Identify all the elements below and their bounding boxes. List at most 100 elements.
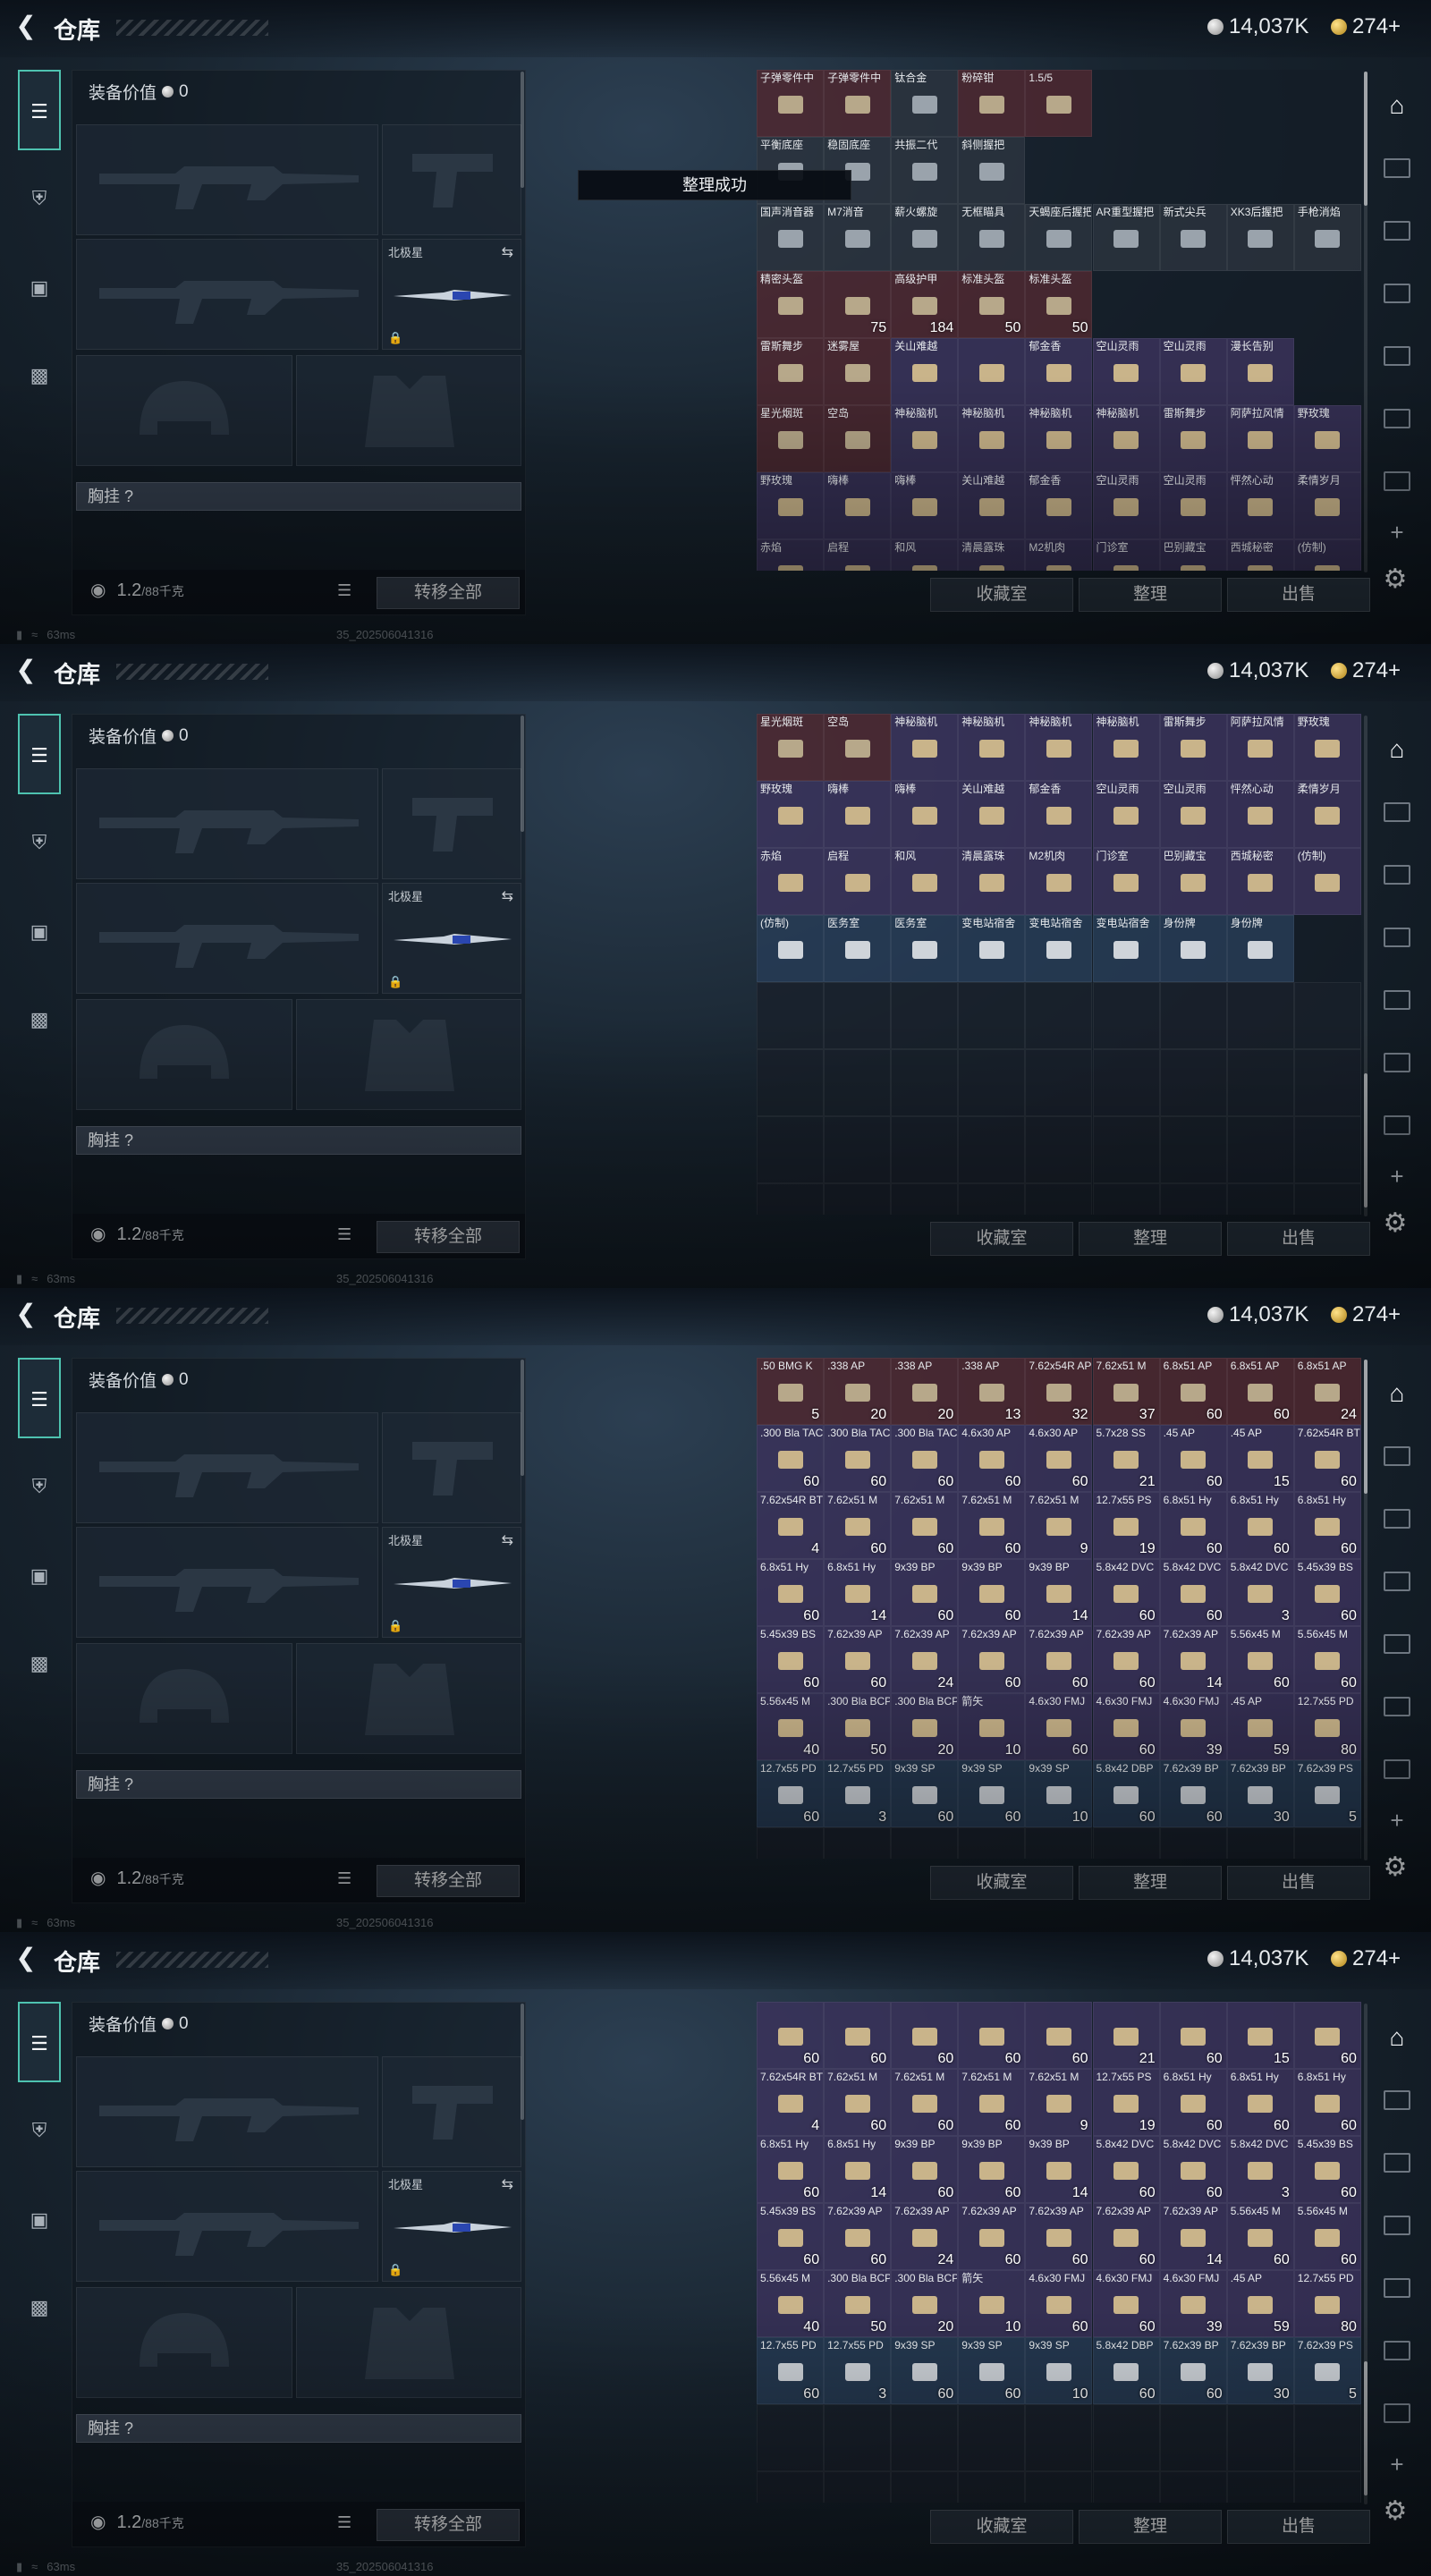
storage-page-2-tab[interactable] [1379,2145,1415,2181]
empty-slot[interactable] [1293,1116,1361,1183]
armor-tab[interactable]: ⛨ [18,177,61,220]
storage-scrollbar[interactable] [1364,2004,1367,2504]
weapon-tab[interactable]: ☰ [18,714,61,794]
storage-item[interactable]: 5.8x42 DBP 60 [1092,2337,1160,2404]
storage-item[interactable]: (仿制) [757,915,825,982]
empty-slot[interactable] [891,2404,959,2471]
storage-item[interactable]: 新式尖兵 [1159,204,1227,271]
storage-item[interactable]: 清晨露珠 [958,848,1026,915]
empty-slot[interactable] [1226,1116,1294,1183]
backpack-tab[interactable]: ▩ [18,998,61,1041]
storage-item[interactable]: .45 AP 59 [1226,1693,1294,1760]
empty-slot[interactable] [757,1827,825,1859]
storage-item[interactable]: 12.7x55 PD 3 [824,1760,892,1827]
storage-item[interactable]: 7.62x39 BP 60 [1159,1760,1227,1827]
storage-item[interactable]: 9x39 SP 60 [891,1760,959,1827]
empty-slot[interactable] [958,1116,1026,1183]
storage-item[interactable]: 怦然心动 [1226,781,1294,848]
storage-item[interactable]: 9x39 SP 60 [891,2337,959,2404]
add-page-icon[interactable]: + [1379,519,1415,547]
storage-item[interactable]: 7.62x51 M 9 [1025,2069,1093,2136]
storage-item[interactable]: 7.62x39 AP 60 [824,1626,892,1693]
storage-item[interactable]: 7.62x39 AP 60 [958,1626,1026,1693]
empty-slot[interactable] [1159,2471,1227,2503]
storage-scrollbar[interactable] [1364,72,1367,572]
storage-item[interactable]: 60 [958,2002,1026,2069]
storage-item[interactable]: 箭矢 10 [958,2270,1026,2337]
empty-slot[interactable] [1025,2471,1093,2503]
storage-item[interactable]: 门诊室 [1092,848,1160,915]
storage-home-tab[interactable]: ⌂ [1379,1376,1415,1411]
sell-button[interactable]: 出售 [1227,2510,1370,2544]
storage-item[interactable]: 野玫瑰 [757,781,825,848]
sell-button[interactable]: 出售 [1227,1866,1370,1900]
sort-button[interactable]: 整理 [1079,1222,1222,1256]
storage-item[interactable]: 嗨棒 [824,781,892,848]
storage-home-tab[interactable]: ⌂ [1379,2020,1415,2055]
storage-item[interactable]: 郁金香 [1025,781,1093,848]
storage-item[interactable]: 7.62x54R AP 32 [1025,1358,1093,1425]
storage-item[interactable]: 9x39 SP 60 [958,2337,1026,2404]
empty-slot[interactable] [757,1116,825,1183]
storage-item[interactable]: 国声消音器 [757,204,825,271]
primary-weapon-slot[interactable] [76,1412,378,1523]
storage-item[interactable]: 薪火螺旋 [891,204,959,271]
storage-item[interactable]: 6.8x51 Hy 60 [1226,1492,1294,1559]
primary-weapon-slot[interactable] [76,124,378,235]
empty-slot[interactable] [958,2404,1026,2471]
storage-page-4-tab[interactable] [1379,2270,1415,2306]
pistol-slot[interactable] [382,2056,521,2167]
storage-page-2-tab[interactable] [1379,857,1415,893]
storage-item[interactable]: 7.62x39 PS 5 [1293,1760,1361,1827]
storage-item[interactable]: 5.8x42 DVC 60 [1092,1559,1160,1626]
melee-slot[interactable]: 北极星 ⇆ 🔒 [382,2171,521,2282]
swap-icon[interactable]: ⇆ [502,2175,513,2193]
storage-item[interactable]: 6.8x51 AP 24 [1293,1358,1361,1425]
secondary-weapon-slot[interactable] [76,239,378,350]
storage-page-4-tab[interactable] [1379,338,1415,374]
storage-item[interactable]: 5.8x42 DVC 3 [1226,1559,1294,1626]
storage-item[interactable]: 5.56x45 M 60 [1226,1626,1294,1693]
storage-item[interactable]: 6.8x51 Hy 60 [757,2136,825,2203]
empty-slot[interactable] [1159,982,1227,1049]
storage-item[interactable]: 神秘脑机 [1092,714,1160,781]
storage-item[interactable]: M2机肉 [1025,848,1093,915]
storage-item[interactable]: 9x39 SP 60 [958,1760,1026,1827]
equipment-scrollbar[interactable] [521,72,524,188]
storage-item[interactable]: 60 [1025,2002,1093,2069]
storage-item[interactable]: 5.56x45 M 60 [1293,1626,1361,1693]
storage-item[interactable]: .300 Bla TAC 60 [891,1425,959,1492]
storage-item[interactable]: 9x39 BP 14 [1025,2136,1093,2203]
empty-slot[interactable] [824,2404,892,2471]
melee-slot[interactable]: 北极星 ⇆ 🔒 [382,239,521,350]
storage-item[interactable]: 嗨棒 [824,472,892,539]
storage-item[interactable]: 和风 [891,848,959,915]
storage-item[interactable]: 郁金香 [1025,338,1093,405]
storage-item[interactable]: 巴别藏宝 [1159,539,1227,571]
storage-item[interactable]: 赤焰 [757,848,825,915]
list-icon[interactable]: ☰ [337,2513,351,2532]
storage-page-4-tab[interactable] [1379,982,1415,1018]
storage-item[interactable]: 7.62x39 AP 60 [958,2203,1026,2270]
empty-slot[interactable] [1025,2404,1093,2471]
storage-item[interactable]: 5.7x28 SS 21 [1092,1425,1160,1492]
storage-item[interactable]: .45 AP 15 [1226,1425,1294,1492]
storage-item[interactable]: 星光烟斑 [757,405,825,472]
transfer-all-button[interactable]: 转移全部 [377,2509,520,2541]
storage-page-3-tab[interactable] [1379,1563,1415,1599]
storage-item[interactable]: 4.6x30 FMJ 60 [1025,1693,1093,1760]
empty-slot[interactable] [824,1827,892,1859]
list-icon[interactable]: ☰ [337,581,351,600]
storage-scrollbar[interactable] [1364,716,1367,1216]
storage-item[interactable]: 空山灵雨 [1092,472,1160,539]
storage-item[interactable]: 60 [824,2002,892,2069]
empty-slot[interactable] [958,1049,1026,1116]
empty-slot[interactable] [1092,982,1160,1049]
equipment-scrollbar[interactable] [521,1360,524,1476]
storage-item[interactable]: 9x39 BP 60 [891,2136,959,2203]
storage-item[interactable]: 6.8x51 Hy 60 [1226,2069,1294,2136]
helmet-slot[interactable] [76,2287,292,2398]
storage-item[interactable]: 医务室 [891,915,959,982]
storage-item[interactable]: 手枪消焰 [1293,204,1361,271]
empty-slot[interactable] [958,2471,1026,2503]
